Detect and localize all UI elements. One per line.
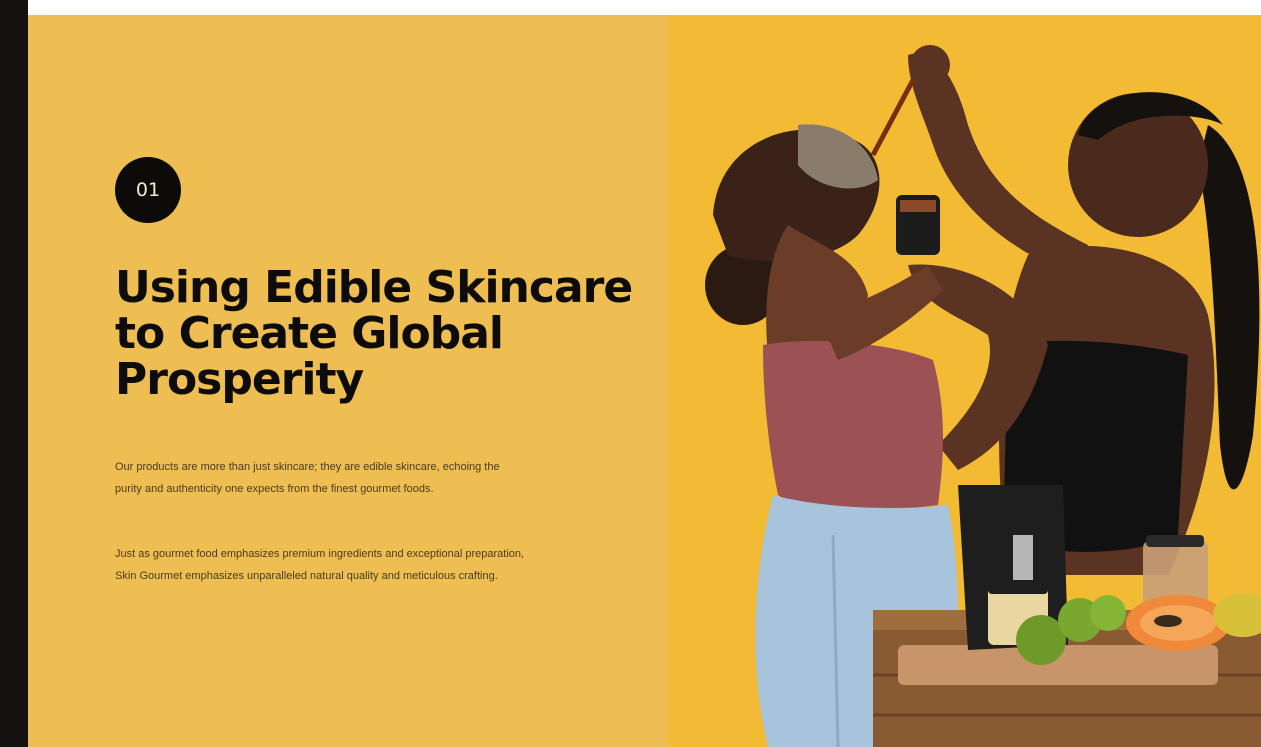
left-edge-bar [0, 0, 28, 747]
hero-photo-illustration [668, 15, 1261, 747]
feature-section: 01 Using Edible Skincare to Create Globa… [28, 15, 1261, 747]
section-paragraph-1: Our products are more than just skincare… [115, 461, 500, 495]
lime-3 [1090, 595, 1126, 631]
hero-photo [668, 15, 1261, 747]
section-paragraph-2: Just as gourmet food emphasizes premium … [115, 548, 525, 582]
step-number-badge: 01 [115, 157, 181, 223]
text-panel: 01 Using Edible Skincare to Create Globa… [28, 15, 668, 747]
page: 01 Using Edible Skincare to Create Globa… [0, 0, 1261, 747]
left-person-top [763, 340, 943, 511]
section-headline: Using Edible Skincare to Create Global P… [115, 262, 633, 405]
